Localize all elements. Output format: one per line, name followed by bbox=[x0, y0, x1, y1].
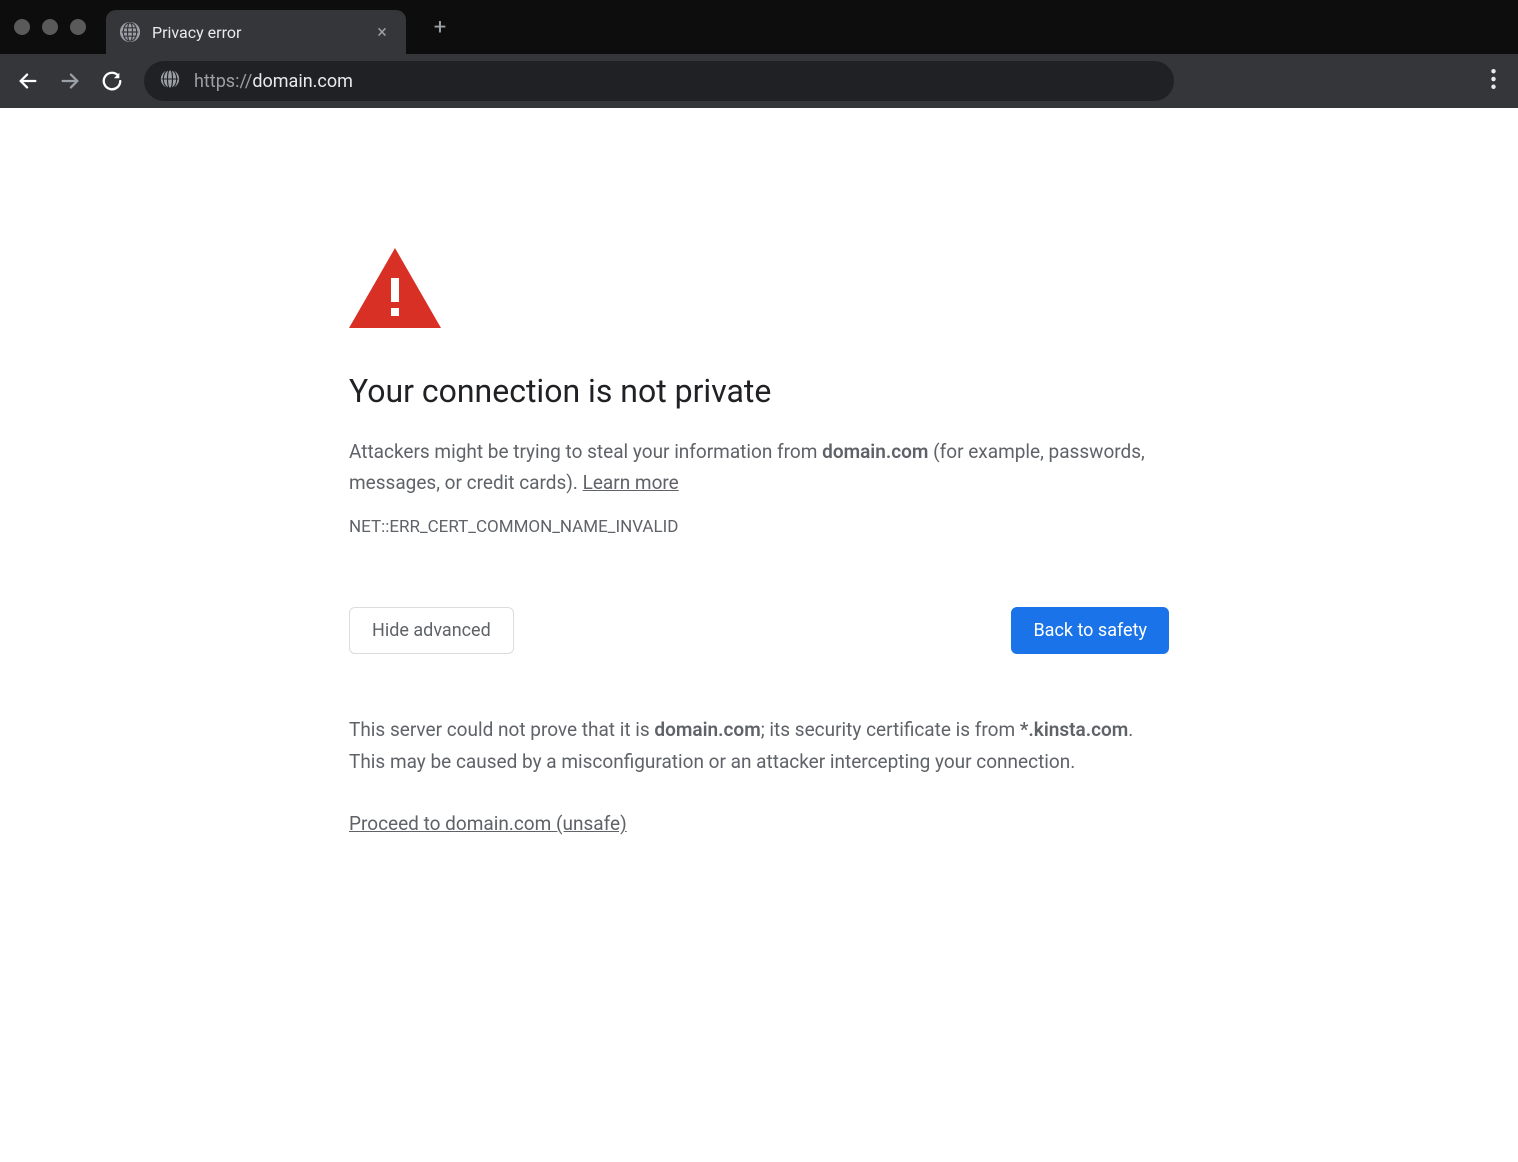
browser-menu-button[interactable] bbox=[1479, 61, 1508, 101]
forward-button[interactable] bbox=[52, 63, 88, 99]
back-to-safety-button[interactable]: Back to safety bbox=[1011, 607, 1169, 654]
error-code: NET::ERR_CERT_COMMON_NAME_INVALID bbox=[349, 517, 1169, 537]
not-secure-icon bbox=[160, 69, 180, 94]
window-close-button[interactable] bbox=[14, 19, 30, 35]
close-tab-icon[interactable]: × bbox=[372, 22, 392, 43]
warning-triangle-icon bbox=[349, 248, 1169, 328]
warning-message: Attackers might be trying to steal your … bbox=[349, 436, 1169, 499]
learn-more-link[interactable]: Learn more bbox=[583, 471, 679, 494]
reload-button[interactable] bbox=[94, 63, 130, 99]
browser-tab[interactable]: Privacy error × bbox=[106, 10, 406, 54]
tab-title: Privacy error bbox=[152, 23, 360, 42]
proceed-unsafe-link[interactable]: Proceed to domain.com (unsafe) bbox=[349, 812, 627, 835]
toolbar: https://domain.com bbox=[0, 54, 1518, 108]
back-button[interactable] bbox=[10, 63, 46, 99]
globe-icon bbox=[120, 22, 140, 42]
window-maximize-button[interactable] bbox=[70, 19, 86, 35]
button-row: Hide advanced Back to safety bbox=[349, 607, 1169, 654]
window-controls bbox=[14, 19, 106, 35]
tab-strip: Privacy error × + bbox=[0, 0, 1518, 54]
advanced-explanation: This server could not prove that it is d… bbox=[349, 714, 1169, 779]
window-minimize-button[interactable] bbox=[42, 19, 58, 35]
new-tab-button[interactable]: + bbox=[424, 11, 456, 43]
hide-advanced-button[interactable]: Hide advanced bbox=[349, 607, 514, 654]
address-bar[interactable]: https://domain.com bbox=[144, 61, 1174, 101]
url-text: https://domain.com bbox=[194, 71, 353, 92]
page-content: Your connection is not private Attackers… bbox=[0, 108, 1518, 835]
page-heading: Your connection is not private bbox=[349, 372, 1169, 410]
